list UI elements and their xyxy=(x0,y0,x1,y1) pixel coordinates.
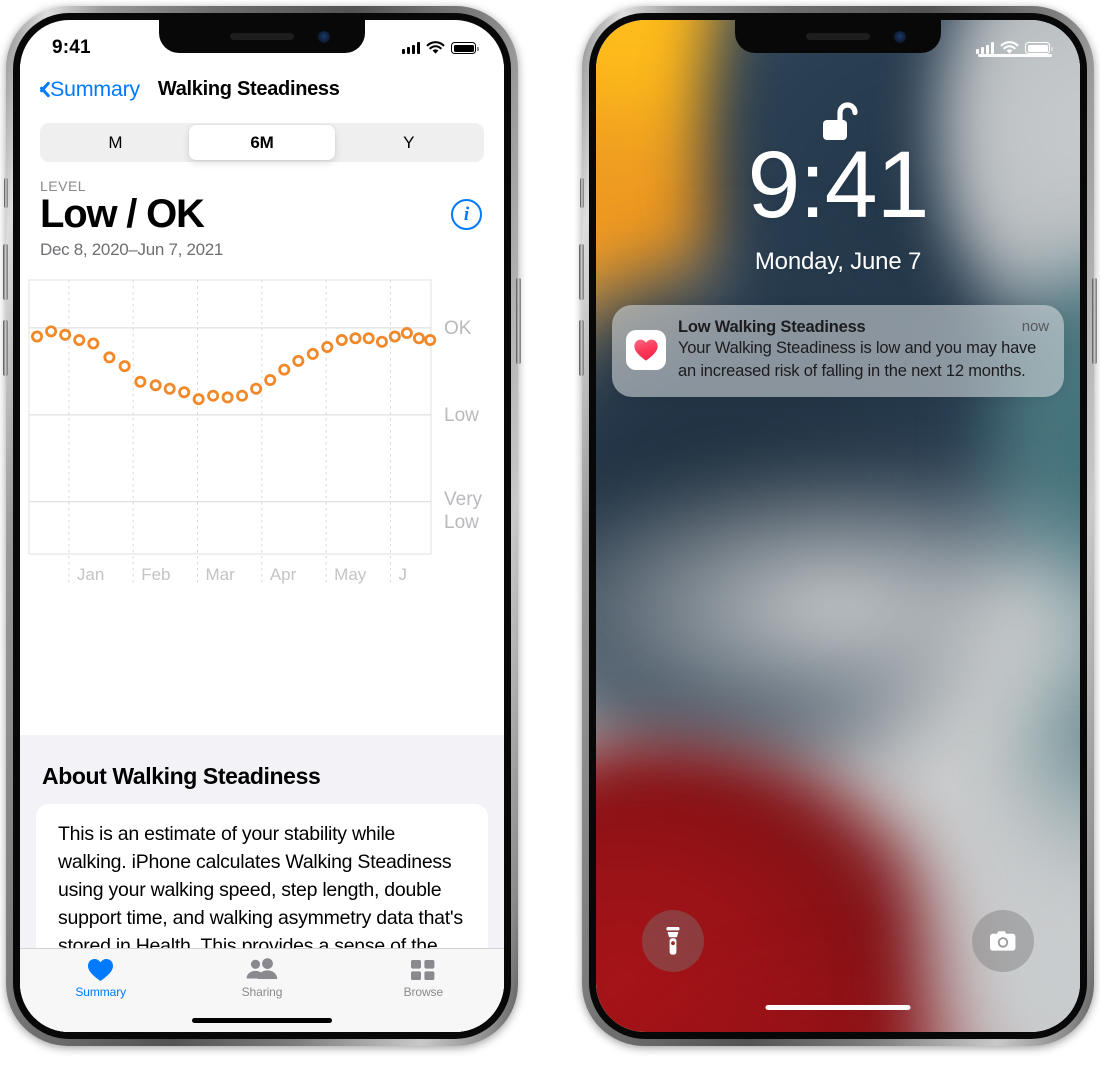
earpiece-speaker xyxy=(230,33,294,40)
segment-month[interactable]: M xyxy=(42,125,189,160)
notification-body: Your Walking Steadiness is low and you m… xyxy=(678,339,1037,380)
segment-six-months[interactable]: 6M xyxy=(188,125,336,160)
flashlight-icon xyxy=(666,927,680,955)
flashlight-button[interactable] xyxy=(642,910,704,972)
home-indicator[interactable] xyxy=(192,1017,332,1023)
right-iphone: 9:41 Monday, June 7 Low Walking Steadine… xyxy=(579,6,1097,1046)
svg-text:Apr: Apr xyxy=(270,565,297,584)
left-volume-up-button[interactable] xyxy=(3,244,8,300)
left-iphone: 9:41 Summary Walking Steadiness M 6M Y L… xyxy=(3,6,521,1046)
left-mute-switch[interactable] xyxy=(4,178,8,208)
earpiece-speaker xyxy=(806,33,870,40)
notification-content: Low Walking Steadiness now Your Walking … xyxy=(678,318,1049,382)
notification-timestamp: now xyxy=(1021,318,1049,335)
time-range-segmented-control[interactable]: M 6M Y xyxy=(40,123,484,162)
status-indicators xyxy=(976,41,1053,55)
right-volume-down-button[interactable] xyxy=(579,320,584,376)
status-indicators xyxy=(402,41,479,55)
wifi-icon xyxy=(426,41,445,54)
svg-text:May: May xyxy=(334,565,367,584)
svg-text:J: J xyxy=(398,565,407,584)
battery-icon xyxy=(451,42,479,54)
health-detail-content: M 6M Y LEVEL Low / OK i Dec 8, 2020–Jun … xyxy=(20,114,504,1032)
front-camera-icon xyxy=(318,31,330,43)
battery-icon xyxy=(1025,42,1053,54)
lock-screen-time: 9:41 xyxy=(747,132,930,238)
camera-icon xyxy=(990,930,1016,951)
right-power-button[interactable] xyxy=(1092,278,1097,364)
svg-text:Very: Very xyxy=(444,489,483,510)
tab-browse[interactable]: Browse xyxy=(343,958,504,999)
left-notch xyxy=(159,20,365,53)
tab-summary[interactable]: Summary xyxy=(20,958,181,999)
chevron-left-icon xyxy=(34,78,47,101)
cellular-bars-icon xyxy=(402,42,420,54)
svg-text:Feb: Feb xyxy=(141,565,170,584)
back-to-summary-button[interactable]: Summary xyxy=(34,77,140,102)
wifi-icon xyxy=(1000,41,1019,54)
left-phone-screen: 9:41 Summary Walking Steadiness M 6M Y L… xyxy=(20,20,504,1032)
walking-steadiness-chart[interactable]: Jan Feb Mar Apr May J OK Low Very Low xyxy=(20,272,504,602)
left-power-button[interactable] xyxy=(516,278,521,364)
about-heading: About Walking Steadiness xyxy=(42,763,321,789)
level-value: Low / OK xyxy=(40,192,205,236)
heart-icon xyxy=(88,959,114,981)
left-volume-down-button[interactable] xyxy=(3,320,8,376)
segment-year[interactable]: Y xyxy=(335,125,482,160)
svg-text:OK: OK xyxy=(444,318,472,339)
page-title: Walking Steadiness xyxy=(157,77,340,100)
svg-text:Jan: Jan xyxy=(77,565,104,584)
tab-sharing-label: Sharing xyxy=(241,985,283,999)
back-button-label: Summary xyxy=(50,76,140,101)
people-icon xyxy=(247,958,278,979)
grid-icon xyxy=(411,960,435,980)
cellular-bars-icon xyxy=(976,42,994,54)
lock-screen: 9:41 Monday, June 7 Low Walking Steadine… xyxy=(596,20,1080,1032)
right-volume-up-button[interactable] xyxy=(579,244,584,300)
notification-title: Low Walking Steadiness xyxy=(678,318,866,336)
right-phone-screen: 9:41 Monday, June 7 Low Walking Steadine… xyxy=(596,20,1080,1032)
camera-button[interactable] xyxy=(972,910,1034,972)
screenshot-stage: 9:41 Summary Walking Steadiness M 6M Y L… xyxy=(0,0,1100,1065)
status-bar-underline xyxy=(978,54,1052,57)
tab-browse-label: Browse xyxy=(403,985,444,999)
navigation-bar: Summary Walking Steadiness xyxy=(20,64,504,114)
tab-summary-label: Summary xyxy=(75,985,126,999)
right-mute-switch[interactable] xyxy=(580,178,584,208)
right-notch xyxy=(735,20,941,53)
info-circle-icon[interactable]: i xyxy=(451,199,482,230)
tab-bar: Summary Sharing Browse xyxy=(20,948,504,1032)
health-app-heart-icon xyxy=(626,330,666,370)
svg-text:Low: Low xyxy=(444,405,479,426)
notification-header: Low Walking Steadiness now xyxy=(678,318,1049,337)
chart-svg: Jan Feb Mar Apr May JOKLowVeryLow xyxy=(28,279,483,584)
svg-text:Mar: Mar xyxy=(206,565,236,584)
svg-text:Low: Low xyxy=(444,512,479,533)
front-camera-icon xyxy=(894,31,906,43)
status-time: 9:41 xyxy=(52,37,91,58)
home-indicator[interactable] xyxy=(765,1004,911,1010)
notification-banner[interactable]: Low Walking Steadiness now Your Walking … xyxy=(612,305,1064,397)
lock-screen-date: Monday, June 7 xyxy=(754,248,922,275)
level-value-row: Low / OK i xyxy=(20,192,504,237)
date-range: Dec 8, 2020–Jun 7, 2021 xyxy=(40,240,224,259)
tab-sharing[interactable]: Sharing xyxy=(181,958,342,999)
